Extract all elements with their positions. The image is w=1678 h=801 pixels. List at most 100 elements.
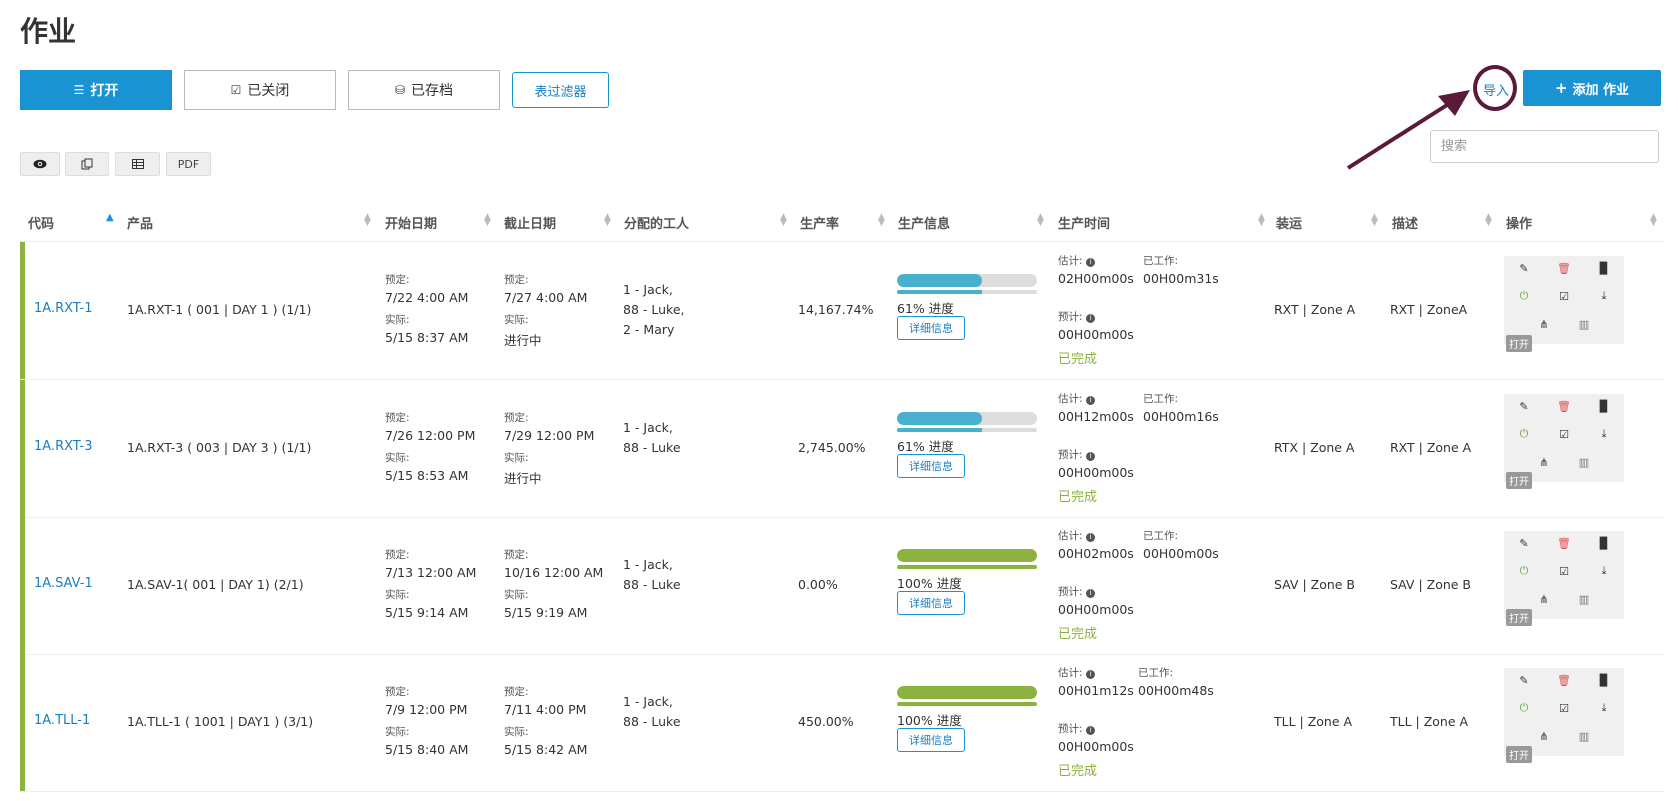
progress-sub-bar-fill — [897, 702, 1037, 706]
table-filter-button[interactable]: 表过滤器 — [512, 72, 609, 108]
trash-icon[interactable]: 🗑 — [1556, 535, 1572, 551]
actions-panel: ✎ 🗑 ▉ ⏻ ☑ ⤓ ⋔ ▥ — [1504, 668, 1624, 756]
barcode-icon[interactable]: ▥ — [1576, 728, 1592, 744]
forecast-time: 00H00m00s — [1058, 327, 1134, 342]
column-header-code[interactable]: 代码 — [28, 213, 54, 232]
tab-open[interactable]: ☰ 打开 — [20, 70, 172, 110]
job-code-link[interactable]: 1A.RXT-1 — [34, 301, 93, 316]
download-icon[interactable]: ⤓ — [1596, 426, 1612, 442]
edit-icon[interactable]: ✎ — [1516, 398, 1532, 414]
sitemap-icon[interactable]: ⋔ — [1536, 454, 1552, 470]
edit-icon[interactable]: ✎ — [1516, 535, 1532, 551]
forecast-time: 00H00m00s — [1058, 602, 1134, 617]
sort-icon[interactable]: ▲ ▼ — [1485, 213, 1492, 228]
progress-sub-bar-fill — [897, 428, 983, 432]
power-icon[interactable]: ⏻ — [1516, 426, 1532, 442]
power-icon[interactable]: ⏻ — [1516, 288, 1532, 304]
column-header-shipping[interactable]: 装运 — [1276, 213, 1302, 232]
add-job-button[interactable]: + 添加 作业 — [1523, 70, 1661, 106]
sort-icon[interactable]: ▲ ▼ — [364, 213, 371, 228]
column-visibility-button[interactable] — [20, 152, 60, 176]
power-icon[interactable]: ⏻ — [1516, 563, 1532, 579]
details-button[interactable]: 详细信息 — [897, 591, 965, 615]
details-button[interactable]: 详细信息 — [897, 454, 965, 478]
column-header-description[interactable]: 描述 — [1392, 213, 1418, 232]
import-highlight-circle — [1473, 65, 1517, 111]
sort-icon[interactable]: ▲ ▼ — [780, 213, 787, 228]
estimate-label: 估计: i — [1058, 253, 1095, 268]
sort-asc-icon[interactable]: ▲ — [106, 213, 114, 223]
column-header-due-date[interactable]: 截止日期 — [504, 213, 556, 232]
export-excel-button[interactable] — [115, 152, 160, 176]
column-header-start-date[interactable]: 开始日期 — [385, 213, 437, 232]
column-header-workers[interactable]: 分配的工人 — [624, 213, 689, 232]
column-header-rate[interactable]: 生产率 — [800, 213, 839, 232]
status-completed: 已完成 — [1058, 352, 1098, 367]
worked-time: 00H00m31s — [1143, 271, 1219, 286]
tab-closed[interactable]: ☑ 已关闭 — [184, 70, 336, 110]
job-code-link[interactable]: 1A.TLL-1 — [34, 713, 90, 728]
trash-icon[interactable]: 🗑 — [1556, 398, 1572, 414]
check-square-icon[interactable]: ☑ — [1556, 700, 1572, 716]
check-square-icon[interactable]: ☑ — [1556, 426, 1572, 442]
barcode-icon[interactable]: ▥ — [1576, 454, 1592, 470]
start-actual-label: 实际: — [385, 589, 410, 601]
edit-icon[interactable]: ✎ — [1516, 672, 1532, 688]
production-rate: 14,167.74% — [798, 302, 874, 317]
power-icon[interactable]: ⏻ — [1516, 700, 1532, 716]
trash-icon[interactable]: 🗑 — [1556, 672, 1572, 688]
search-input[interactable] — [1430, 130, 1659, 163]
trash-icon[interactable]: 🗑 — [1556, 260, 1572, 276]
sort-icon[interactable]: ▲ ▼ — [1650, 213, 1657, 228]
info-icon: i — [1085, 396, 1095, 405]
file-icon[interactable]: ▉ — [1596, 398, 1612, 414]
sort-icon[interactable]: ▲ ▼ — [484, 213, 491, 228]
export-pdf-button[interactable]: PDF — [166, 152, 211, 176]
file-icon[interactable]: ▉ — [1596, 260, 1612, 276]
worker-name: 2 - Mary — [623, 322, 675, 337]
job-code-link[interactable]: 1A.SAV-1 — [34, 576, 93, 591]
table-row: 1A.SAV-1 1A.SAV-1( 001 | DAY 1) (2/1) 预定… — [20, 517, 1665, 655]
sort-icon[interactable]: ▲ ▼ — [1037, 213, 1044, 228]
job-code-link[interactable]: 1A.RXT-3 — [34, 439, 93, 454]
open-status-badge: 打开 — [1506, 472, 1532, 489]
info-icon: i — [1085, 589, 1095, 598]
copy-button[interactable] — [65, 152, 109, 176]
due-planned-value: 7/11 4:00 PM — [504, 702, 587, 717]
edit-icon[interactable]: ✎ — [1516, 260, 1532, 276]
sort-icon[interactable]: ▲ ▼ — [1258, 213, 1265, 228]
sitemap-icon[interactable]: ⋔ — [1536, 591, 1552, 607]
barcode-icon[interactable]: ▥ — [1576, 316, 1592, 332]
forecast-label: 预计: i — [1058, 584, 1095, 599]
download-icon[interactable]: ⤓ — [1596, 563, 1612, 579]
barcode-icon[interactable]: ▥ — [1576, 591, 1592, 607]
check-square-icon[interactable]: ☑ — [1556, 563, 1572, 579]
column-header-production-info[interactable]: 生产信息 — [898, 213, 950, 232]
sitemap-icon[interactable]: ⋔ — [1536, 728, 1552, 744]
info-icon: i — [1085, 452, 1095, 461]
check-square-icon[interactable]: ☑ — [1556, 288, 1572, 304]
column-header-production-time[interactable]: 生产时间 — [1058, 213, 1110, 232]
file-icon[interactable]: ▉ — [1596, 672, 1612, 688]
estimate-time: 00H01m12s — [1058, 683, 1134, 698]
tab-archived[interactable]: ⛁ 已存档 — [348, 70, 500, 110]
column-header-actions[interactable]: 操作 — [1506, 213, 1532, 232]
progress-bar — [897, 686, 1037, 699]
download-icon[interactable]: ⤓ — [1596, 700, 1612, 716]
sitemap-icon[interactable]: ⋔ — [1536, 316, 1552, 332]
due-actual-label: 实际: — [504, 589, 529, 601]
estimate-label: 估计: i — [1058, 528, 1095, 543]
sort-icon[interactable]: ▲ ▼ — [604, 213, 611, 228]
worked-label: 已工作: — [1143, 530, 1179, 542]
column-header-product[interactable]: 产品 — [127, 213, 153, 232]
download-icon[interactable]: ⤓ — [1596, 288, 1612, 304]
file-icon[interactable]: ▉ — [1596, 535, 1612, 551]
details-button[interactable]: 详细信息 — [897, 728, 965, 752]
details-button[interactable]: 详细信息 — [897, 316, 965, 340]
sort-icon[interactable]: ▲ ▼ — [1371, 213, 1378, 228]
start-actual-value: 5/15 8:53 AM — [385, 468, 469, 483]
table-filter-label: 表过滤器 — [534, 84, 587, 100]
sort-icon[interactable]: ▲ ▼ — [878, 213, 885, 228]
info-icon: i — [1085, 670, 1095, 679]
eye-icon — [33, 159, 47, 169]
